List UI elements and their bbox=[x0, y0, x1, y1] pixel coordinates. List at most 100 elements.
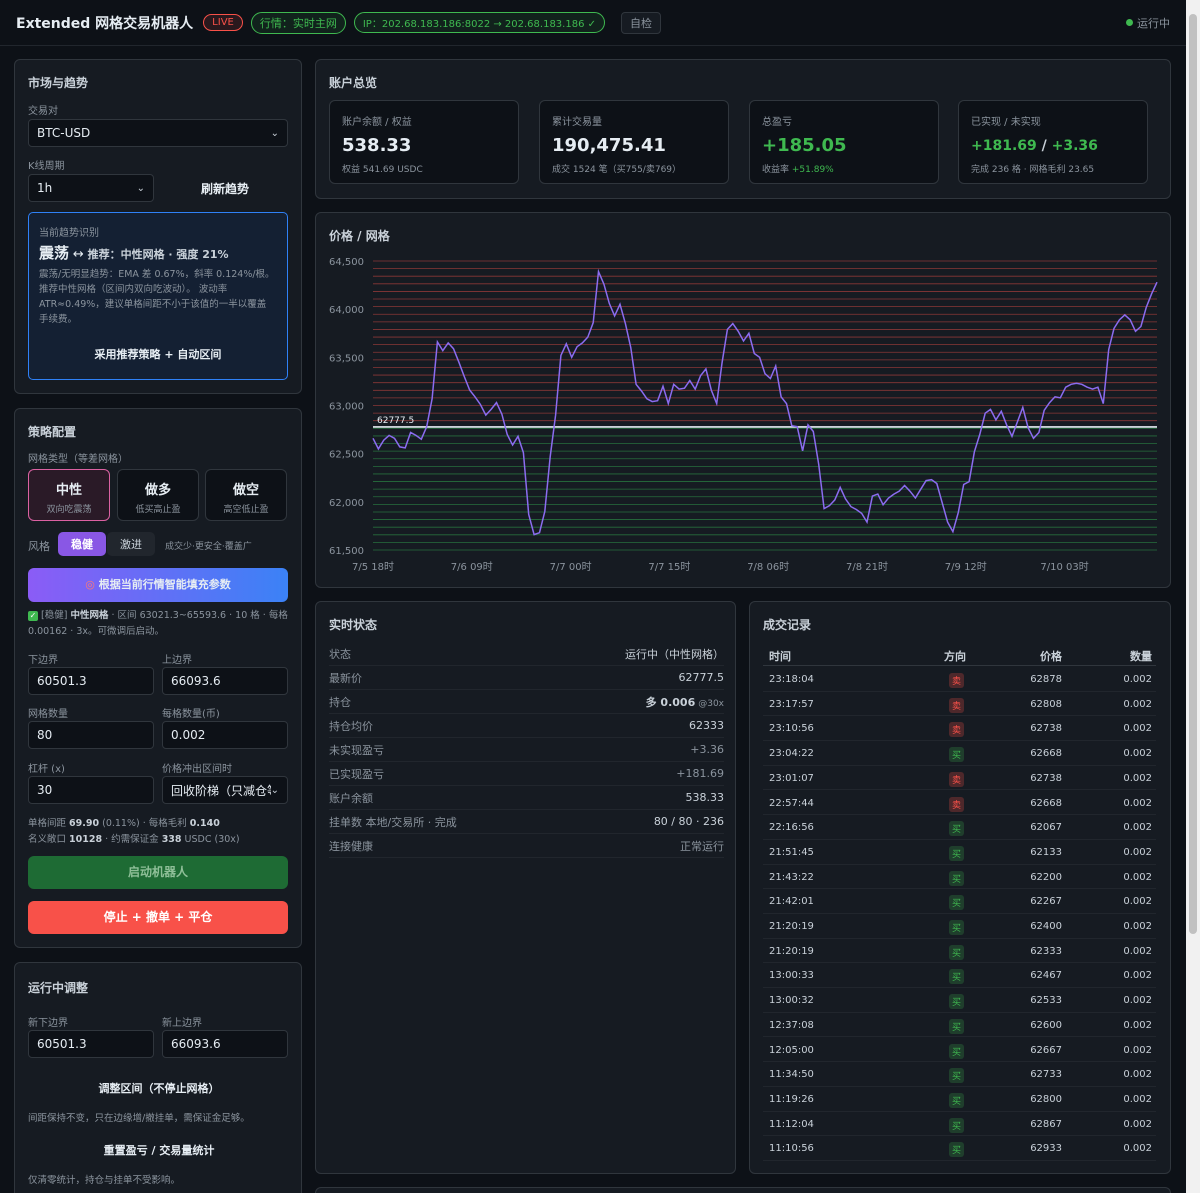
trade-qty: 0.002 bbox=[1123, 1143, 1152, 1155]
trade-price: 62738 bbox=[1030, 723, 1062, 735]
trade-row: 23:10:56 卖 62738 0.002 bbox=[763, 716, 1156, 742]
market-title: 市场与趋势 bbox=[28, 76, 89, 90]
trade-row: 21:42:01 买 62267 0.002 bbox=[763, 889, 1156, 914]
trade-row: 13:00:32 买 62533 0.002 bbox=[763, 988, 1156, 1013]
trade-price: 62133 bbox=[1030, 846, 1062, 858]
spacing-summary: 单格间距 69.90 (0.11%) · 每格毛利 0.140 bbox=[28, 815, 220, 829]
trend-caption: 当前趋势识别 bbox=[39, 228, 99, 239]
upper-bound-input[interactable]: 66093.6 bbox=[162, 667, 288, 695]
reset-stats-button[interactable]: 重置盈亏 / 交易量统计 bbox=[15, 1142, 303, 1158]
status-row: 持仓均价 62333 bbox=[329, 714, 724, 738]
yield-label: 收益率 bbox=[762, 165, 792, 175]
unrealized-value: +3.36 bbox=[1051, 138, 1098, 154]
realized-label: 已实现 / 未实现 bbox=[971, 117, 1041, 128]
start-bot-button[interactable]: 启动机器人 bbox=[28, 856, 288, 889]
type-long-button[interactable]: 做多 低买高止盈 bbox=[117, 469, 199, 521]
trade-price: 62600 bbox=[1030, 1019, 1062, 1031]
trade-side-badge: 买 bbox=[949, 1068, 965, 1084]
x-tick-label: 7/5 18时 bbox=[352, 561, 394, 573]
chevron-down-icon: ⌄ bbox=[270, 784, 279, 796]
new-lower-input[interactable]: 60501.3 bbox=[28, 1030, 154, 1058]
trade-time: 21:20:19 bbox=[769, 921, 814, 932]
upper-bound-label: 上边界 bbox=[162, 655, 192, 666]
trade-row: 21:51:45 买 62133 0.002 bbox=[763, 840, 1156, 865]
exposure-text-a: 名义敞口 bbox=[28, 834, 70, 845]
scrollbar-thumb[interactable] bbox=[1189, 14, 1197, 934]
pnl-stat: 总盈亏 +185.05 收益率 +51.89% bbox=[749, 100, 939, 184]
self-check-button[interactable]: 自检 bbox=[621, 11, 661, 34]
x-tick-label: 7/8 21时 bbox=[846, 561, 888, 573]
pnl-sub: 收益率 +51.89% bbox=[762, 162, 834, 175]
x-tick-label: 7/8 06时 bbox=[747, 561, 789, 573]
trade-time: 13:00:32 bbox=[769, 995, 814, 1007]
type-short-button[interactable]: 做空 高空低止盈 bbox=[205, 469, 287, 521]
trades-card: 成交记录 时间 方向 价格 数量 23:18:04 卖 62878 0.002 23:1… bbox=[749, 601, 1171, 1174]
trend-arrow-icon: ↔ bbox=[72, 247, 84, 262]
trade-price: 62668 bbox=[1030, 797, 1062, 809]
volume-stat: 累计交易量 190,475.41 成交 1524 笔（买755/卖769） bbox=[539, 100, 729, 184]
page-scrollbar[interactable] bbox=[1186, 0, 1200, 1193]
volume-label: 累计交易量 bbox=[552, 117, 602, 128]
grid-count-label: 网格数量 bbox=[28, 709, 68, 720]
adopt-recommendation-button[interactable]: 采用推荐策略 + 自动区间 bbox=[29, 346, 287, 362]
trade-time: 22:57:44 bbox=[769, 797, 814, 809]
status-row: 未实现盈亏 +3.36 bbox=[329, 738, 724, 762]
trade-price: 62533 bbox=[1030, 995, 1062, 1007]
realtime-card: 实时状态 状态 运行中（中性网格） 最新价 62777.5 持仓多 0.006 @30x 持… bbox=[315, 601, 736, 1174]
type-short-desc: 高空低止盈 bbox=[223, 505, 269, 515]
pair-select[interactable]: BTC-USD ⌄ bbox=[28, 119, 288, 147]
trade-side-badge: 买 bbox=[949, 944, 965, 960]
trade-price: 62878 bbox=[1030, 674, 1062, 685]
status-key: 最新价 bbox=[329, 671, 362, 685]
lower-bound-input[interactable]: 60501.3 bbox=[28, 667, 154, 695]
period-select[interactable]: 1h ⌄ bbox=[28, 174, 154, 202]
trade-time: 23:04:22 bbox=[769, 748, 814, 760]
y-tick-label: 62,000 bbox=[329, 498, 364, 509]
status-value-text: 多 0.006 bbox=[645, 695, 696, 709]
trade-side-badge: 买 bbox=[949, 895, 965, 911]
trade-side-badge: 卖 bbox=[949, 673, 965, 688]
adjust-card: 运行中调整 新下边界 60501.3 新上边界 66093.6 调整区间（不停止… bbox=[14, 962, 302, 1193]
balance-value: 538.33 bbox=[342, 135, 412, 156]
status-dot-icon bbox=[1126, 19, 1133, 26]
y-tick-label: 64,500 bbox=[329, 257, 364, 268]
breakout-select[interactable]: 回收阶梯（只减仓等区间回归）⌄ bbox=[162, 776, 288, 804]
style-label: 风格 bbox=[28, 540, 50, 553]
trade-row: 11:12:04 买 62867 0.002 bbox=[763, 1112, 1156, 1137]
new-upper-input[interactable]: 66093.6 bbox=[162, 1030, 288, 1058]
trade-side-badge: 卖 bbox=[949, 771, 965, 787]
grid-count-input[interactable]: 80 bbox=[28, 721, 154, 749]
realized-values: +181.69 / +3.36 bbox=[971, 138, 1098, 154]
type-neutral-button[interactable]: 中性 双向吃震荡 bbox=[28, 469, 110, 521]
bottom-card bbox=[315, 1187, 1171, 1193]
trend-panel: 当前趋势识别 震荡 ↔ 推荐：中性网格 · 强度 21% 震荡/无明显趋势：EM… bbox=[28, 212, 288, 380]
chart-title: 价格 / 网格 bbox=[329, 229, 390, 243]
style-steady-button[interactable]: 稳健 bbox=[58, 532, 106, 556]
status-key: 持仓均价 bbox=[329, 719, 373, 733]
header-time: 时间 bbox=[769, 650, 791, 663]
trade-price: 62200 bbox=[1030, 871, 1062, 883]
trade-price: 62867 bbox=[1030, 1118, 1062, 1130]
ip-badge: IP：202.68.183.186:8022 → 202.68.183.186 … bbox=[353, 12, 605, 33]
trade-price: 62733 bbox=[1030, 1069, 1062, 1081]
yield-value: +51.89% bbox=[791, 165, 834, 175]
overview-title: 账户总览 bbox=[329, 76, 378, 90]
type-long-name: 做多 bbox=[144, 483, 171, 498]
per-grid-label: 每格数量(币) bbox=[162, 709, 220, 720]
trade-side-badge: 买 bbox=[949, 821, 965, 837]
fill-note-prefix: [稳健] bbox=[41, 610, 71, 621]
trade-time: 21:20:19 bbox=[769, 945, 814, 957]
adjust-range-button[interactable]: 调整区间（不停止网格） bbox=[15, 1080, 303, 1096]
trade-qty: 0.002 bbox=[1123, 772, 1152, 784]
stop-bot-button[interactable]: 停止 + 撤单 + 平仓 bbox=[28, 901, 288, 934]
trade-row: 12:05:00 买 62667 0.002 bbox=[763, 1038, 1156, 1063]
leverage-input[interactable]: 30 bbox=[28, 776, 154, 804]
x-tick-label: 7/7 00时 bbox=[550, 561, 592, 573]
refresh-trend-button[interactable]: 刷新趋势 bbox=[165, 180, 285, 197]
style-aggressive-button[interactable]: 激进 bbox=[107, 532, 155, 556]
per-grid-input[interactable]: 0.002 bbox=[162, 721, 288, 749]
smart-fill-button[interactable]: ◎ 根据当前行情智能填充参数 bbox=[28, 568, 288, 602]
period-label: K线周期 bbox=[28, 161, 65, 172]
trade-price: 62667 bbox=[1030, 1044, 1062, 1056]
type-neutral-name: 中性 bbox=[55, 483, 82, 498]
